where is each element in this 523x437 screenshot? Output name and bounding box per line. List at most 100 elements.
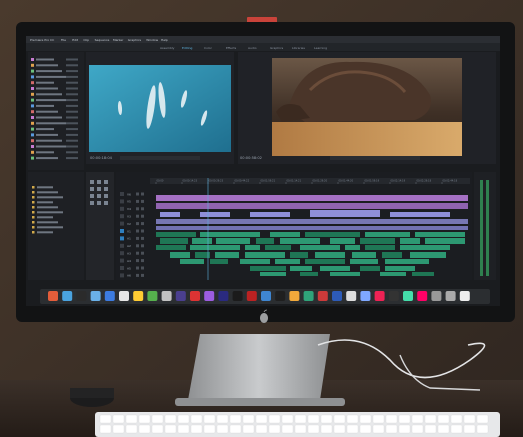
keyboard-key[interactable] [372, 424, 385, 434]
dock-app-icon[interactable] [147, 291, 158, 301]
workspace-tab[interactable]: Graphics [270, 46, 284, 50]
workspace-tab[interactable]: Libraries [292, 46, 305, 50]
keyboard-key[interactable] [138, 424, 151, 434]
keyboard-key[interactable] [320, 414, 333, 424]
keyboard-key[interactable] [164, 414, 177, 424]
dock-app-icon[interactable] [175, 291, 186, 301]
keyboard-key[interactable] [112, 414, 125, 424]
keyboard-key[interactable] [463, 414, 476, 424]
keyboard-key[interactable] [437, 414, 450, 424]
menu-item[interactable]: Edit [72, 38, 79, 42]
keyboard-key[interactable] [450, 424, 463, 434]
dock-app-icon[interactable] [119, 291, 129, 301]
keyboard-key[interactable] [307, 414, 320, 424]
dock-app-icon[interactable] [76, 291, 87, 301]
keyboard-key[interactable] [463, 424, 476, 434]
keyboard-key[interactable] [372, 414, 385, 424]
keyboard-key[interactable] [125, 414, 138, 424]
keyboard-key[interactable] [398, 424, 411, 434]
keyboard-key[interactable] [229, 424, 242, 434]
dock-app-icon[interactable] [275, 291, 286, 301]
keyboard-key[interactable] [333, 414, 346, 424]
dock-app-icon[interactable] [261, 291, 271, 301]
workspace-tab[interactable]: Learning [314, 46, 327, 50]
menu-item[interactable]: Marker [113, 38, 124, 42]
keyboard-key[interactable] [216, 424, 229, 434]
keyboard-key[interactable] [346, 414, 359, 424]
keyboard-key[interactable] [359, 414, 372, 424]
dock-app-icon[interactable] [360, 291, 371, 301]
menu-item[interactable]: Premiere Pro CC [30, 38, 54, 42]
dock-app-icon[interactable] [232, 291, 243, 301]
keyboard-key[interactable] [294, 424, 307, 434]
workspace-tab[interactable]: Effects [226, 46, 237, 50]
keyboard-key[interactable] [177, 424, 190, 434]
keyboard-key[interactable] [307, 424, 320, 434]
keyboard-key[interactable] [242, 424, 255, 434]
dock-app-icon[interactable] [246, 291, 257, 301]
keyboard-key[interactable] [411, 424, 424, 434]
dock-app-icon[interactable] [303, 291, 314, 301]
dock-app-icon[interactable] [190, 291, 200, 301]
keyboard-key[interactable] [398, 414, 411, 424]
workspace-tab[interactable]: Assembly [160, 46, 175, 50]
keyboard-key[interactable] [424, 424, 437, 434]
dock-app-icon[interactable] [445, 291, 456, 301]
keyboard-key[interactable] [216, 414, 229, 424]
dock-app-icon[interactable] [417, 291, 428, 301]
keyboard-key[interactable] [125, 424, 138, 434]
keyboard-key[interactable] [190, 424, 203, 434]
dock-app-icon[interactable] [90, 291, 101, 301]
keyboard-key[interactable] [268, 414, 281, 424]
keyboard-key[interactable] [99, 414, 112, 424]
menu-item[interactable]: Sequence [95, 38, 110, 42]
keyboard-key[interactable] [177, 414, 190, 424]
workspace-tab[interactable]: Color [204, 46, 213, 50]
dock-app-icon[interactable] [161, 291, 172, 301]
keyboard-key[interactable] [359, 424, 372, 434]
dock-app-icon[interactable] [431, 291, 442, 301]
keyboard-key[interactable] [294, 414, 307, 424]
dock-app-icon[interactable] [459, 291, 470, 301]
keyboard-key[interactable] [476, 414, 489, 424]
dock-app-icon[interactable] [204, 291, 215, 301]
keyboard-key[interactable] [164, 424, 177, 434]
keyboard-key[interactable] [346, 424, 359, 434]
keyboard-key[interactable] [190, 414, 203, 424]
keyboard-key[interactable] [281, 424, 294, 434]
keyboard-key[interactable] [255, 414, 268, 424]
keyboard-key[interactable] [203, 414, 216, 424]
menu-item[interactable]: Clip [83, 38, 89, 42]
dock-app-icon[interactable] [218, 291, 229, 301]
keyboard-key[interactable] [281, 414, 294, 424]
keyboard-key[interactable] [476, 424, 489, 434]
dock-app-icon[interactable] [332, 291, 342, 301]
keyboard-key[interactable] [411, 414, 424, 424]
dock-app-icon[interactable] [317, 291, 328, 301]
keyboard-key[interactable] [203, 424, 216, 434]
keyboard-key[interactable] [333, 424, 346, 434]
dock-app-icon[interactable] [346, 291, 357, 301]
menu-item[interactable]: File [61, 38, 66, 42]
keyboard-key[interactable] [255, 424, 268, 434]
keyboard-key[interactable] [242, 414, 255, 424]
menu-item[interactable]: Help [161, 38, 168, 42]
keyboard-key[interactable] [268, 424, 281, 434]
keyboard-key[interactable] [99, 424, 112, 434]
keyboard-key[interactable] [138, 414, 151, 424]
dock-app-icon[interactable] [62, 291, 73, 301]
keyboard-key[interactable] [437, 424, 450, 434]
workspace-tab[interactable]: Audio [248, 46, 257, 50]
keyboard-key[interactable] [385, 424, 398, 434]
keyboard-key[interactable] [229, 414, 242, 424]
workspace-tab[interactable]: Editing [182, 46, 193, 50]
keyboard[interactable] [95, 412, 500, 437]
program-controls[interactable] [330, 156, 420, 160]
menu-item[interactable]: Window [146, 38, 158, 42]
dock-app-icon[interactable] [48, 291, 58, 301]
dock-app-icon[interactable] [289, 291, 300, 301]
keyboard-key[interactable] [151, 424, 164, 434]
dock-app-icon[interactable] [133, 291, 144, 301]
keyboard-key[interactable] [450, 414, 463, 424]
dock-app-icon[interactable] [388, 291, 399, 301]
